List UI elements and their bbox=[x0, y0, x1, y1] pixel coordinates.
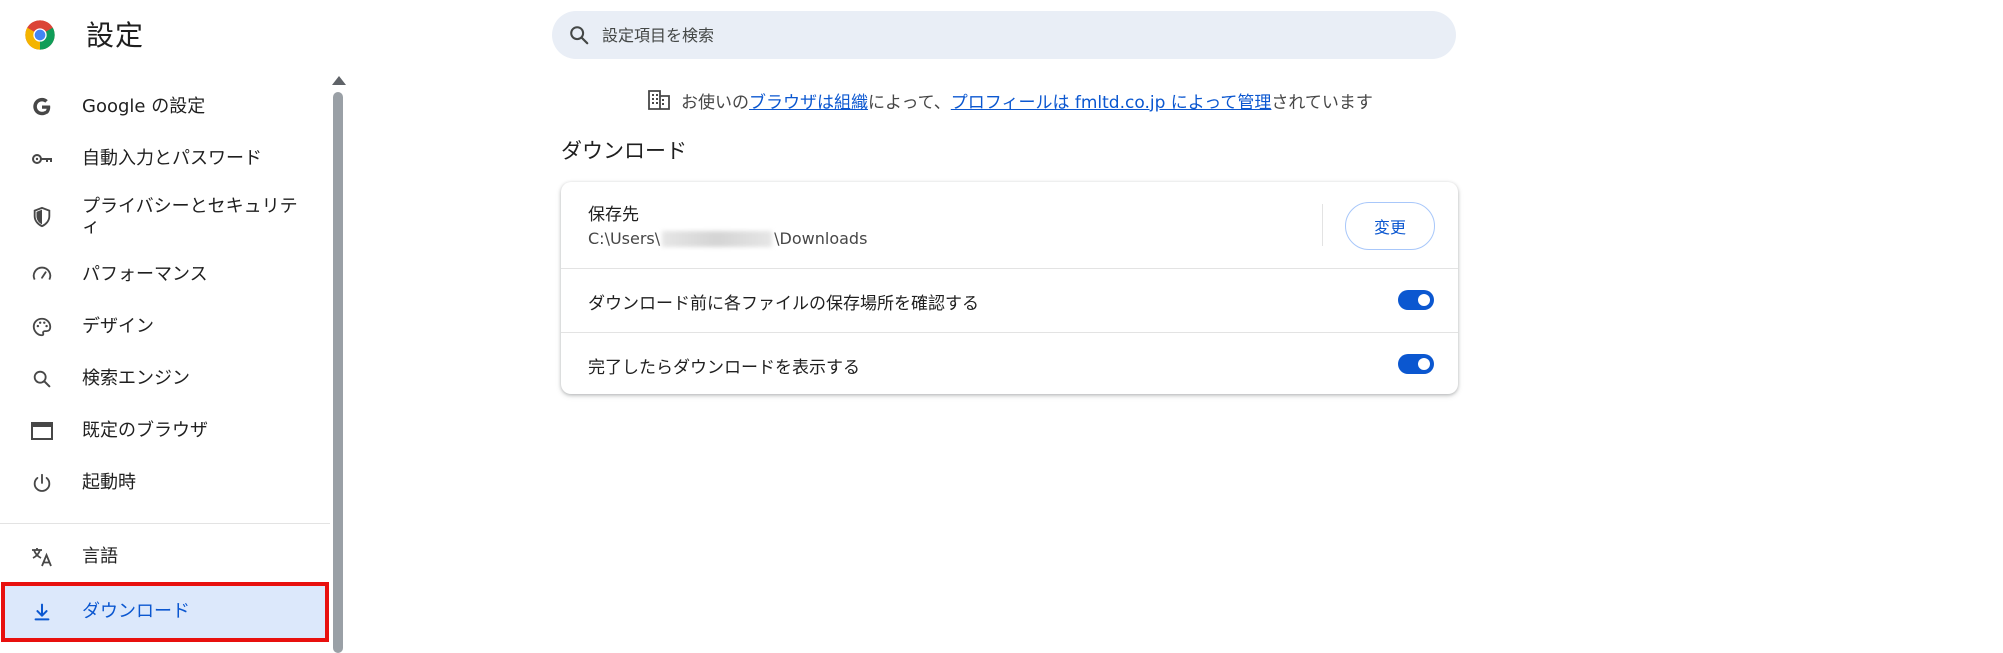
sidebar-item-label: 言語 bbox=[82, 546, 118, 567]
chrome-logo-icon bbox=[25, 20, 55, 50]
show-when-done-row[interactable]: 完了したらダウンロードを表示する bbox=[561, 332, 1458, 394]
location-label: 保存先 bbox=[588, 205, 639, 225]
sidebar-item-label: Google の設定 bbox=[82, 96, 206, 117]
building-icon bbox=[648, 90, 670, 110]
sidebar-item-languages[interactable]: 言語 bbox=[0, 531, 330, 583]
location-path: C:\Users\ \Downloads bbox=[588, 229, 867, 248]
google-g-icon bbox=[29, 94, 55, 120]
show-when-done-toggle[interactable] bbox=[1398, 354, 1434, 374]
download-location-row: 保存先 C:\Users\ \Downloads 変更 bbox=[561, 182, 1458, 268]
ask-where-row[interactable]: ダウンロード前に各ファイルの保存場所を確認する bbox=[561, 268, 1458, 332]
power-icon bbox=[29, 470, 55, 496]
sidebar-item-google[interactable]: Google の設定 bbox=[0, 81, 330, 133]
scroll-up-arrow-icon[interactable] bbox=[332, 76, 346, 85]
toggle-knob bbox=[1418, 294, 1430, 306]
search-input[interactable] bbox=[602, 25, 1402, 45]
sidebar-item-label: プライバシーとセキュリティ bbox=[82, 196, 298, 237]
sidebar-divider bbox=[0, 523, 330, 524]
profile-managed-link[interactable]: プロフィールは fmltd.co.jp によって管理 bbox=[951, 88, 1272, 113]
sidebar-item-label: デザイン bbox=[82, 316, 154, 337]
sidebar-nav: Google の設定 自動入力とパスワード プライバシーとセキュリティ パフォー… bbox=[0, 78, 330, 653]
sidebar-item-on-startup[interactable]: 起動時 bbox=[0, 457, 330, 509]
sidebar-item-label: パフォーマンス bbox=[82, 264, 208, 285]
page-title: 設定 bbox=[86, 19, 145, 52]
search-icon bbox=[29, 366, 55, 392]
search-bar[interactable] bbox=[552, 11, 1456, 59]
redacted-username bbox=[662, 230, 773, 247]
sidebar-scrollbar-thumb[interactable] bbox=[333, 92, 343, 653]
palette-icon bbox=[29, 314, 55, 340]
sidebar-item-label: 既定のブラウザ bbox=[82, 420, 208, 441]
notice-prefix: お使いの bbox=[681, 92, 749, 113]
notice-middle: によって、 bbox=[868, 92, 951, 113]
browser-managed-link[interactable]: ブラウザは組織 bbox=[749, 88, 868, 113]
shield-icon bbox=[29, 204, 55, 230]
sidebar-item-label: 起動時 bbox=[82, 472, 136, 493]
toggle-knob bbox=[1418, 358, 1430, 370]
highlight-annotation bbox=[1, 582, 329, 642]
path-suffix: \Downloads bbox=[774, 229, 868, 248]
key-icon bbox=[29, 146, 55, 172]
ask-where-toggle[interactable] bbox=[1398, 290, 1434, 310]
sidebar-item-appearance[interactable]: デザイン bbox=[0, 301, 330, 353]
search-icon bbox=[570, 26, 589, 45]
sidebar-item-default-browser[interactable]: 既定のブラウザ bbox=[0, 405, 330, 457]
section-title: ダウンロード bbox=[561, 139, 687, 163]
show-when-done-label: 完了したらダウンロードを表示する bbox=[588, 358, 860, 378]
sidebar-item-label: 自動入力とパスワード bbox=[82, 148, 262, 169]
sidebar-item-autofill[interactable]: 自動入力とパスワード bbox=[0, 133, 330, 185]
notice-suffix: されています bbox=[1271, 92, 1373, 113]
change-location-button[interactable]: 変更 bbox=[1345, 202, 1435, 250]
row-separator bbox=[1322, 204, 1323, 246]
browser-window-icon bbox=[29, 418, 55, 444]
managed-notice: お使いの ブラウザは組織 によって、 プロフィールは fmltd.co.jp によって… bbox=[647, 86, 1373, 114]
ask-where-label: ダウンロード前に各ファイルの保存場所を確認する bbox=[588, 294, 979, 314]
sidebar-item-search-engine[interactable]: 検索エンジン bbox=[0, 353, 330, 405]
downloads-card: 保存先 C:\Users\ \Downloads 変更 ダウンロード前に各ファイ… bbox=[561, 182, 1458, 394]
path-prefix: C:\Users\ bbox=[588, 229, 661, 248]
sidebar-item-privacy[interactable]: プライバシーとセキュリティ bbox=[0, 185, 330, 249]
sidebar-item-label: 検索エンジン bbox=[82, 368, 190, 389]
settings-window: 設定 Google の設定 自動入力とパスワード プライバシーとセキュリティ bbox=[0, 0, 2003, 653]
speedometer-icon bbox=[29, 262, 55, 288]
sidebar-item-performance[interactable]: パフォーマンス bbox=[0, 249, 330, 301]
translate-icon bbox=[29, 544, 55, 570]
